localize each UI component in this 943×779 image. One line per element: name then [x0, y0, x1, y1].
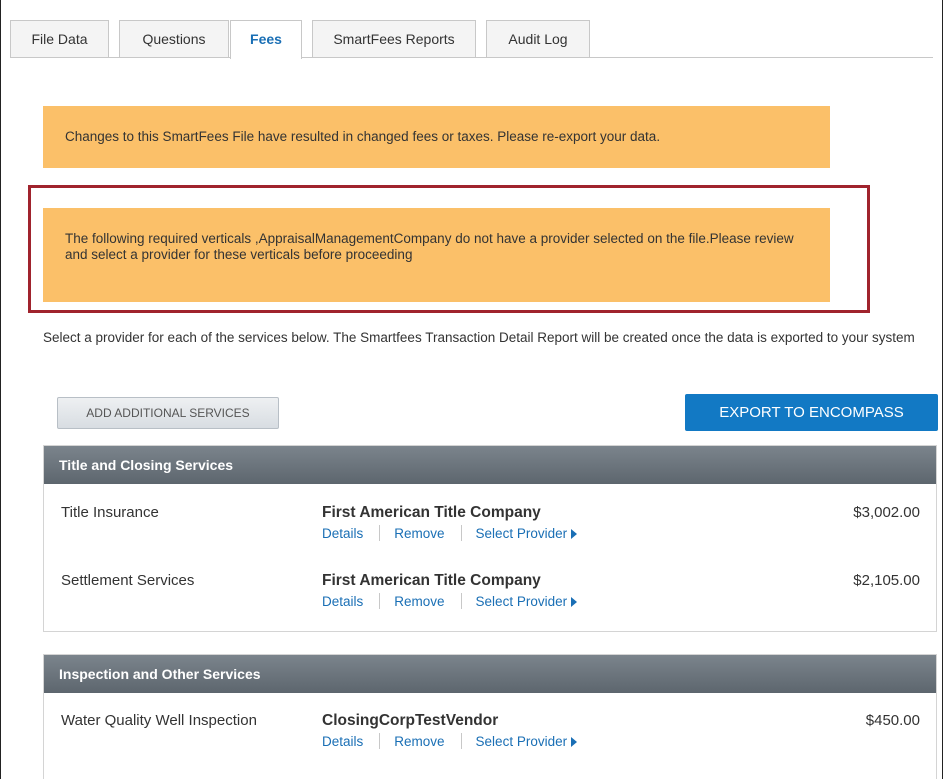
remove-link[interactable]: Remove	[394, 734, 444, 749]
export-to-encompass-button[interactable]: EXPORT TO ENCOMPASS	[685, 394, 938, 431]
title-closing-services-panel: Title and Closing Services Title Insuran…	[43, 445, 937, 632]
tab-questions[interactable]: Questions	[119, 20, 229, 58]
section-header: Inspection and Other Services	[44, 655, 936, 693]
section-header: Title and Closing Services	[44, 446, 936, 484]
service-price: $450.00	[865, 712, 920, 729]
service-name: Settlement Services	[61, 572, 195, 589]
link-separator	[460, 593, 462, 609]
caret-right-icon	[571, 737, 578, 747]
service-row: Water Quality Well Inspection ClosingCor…	[44, 712, 936, 772]
details-link[interactable]: Details	[322, 526, 363, 541]
link-separator	[460, 733, 462, 749]
select-provider-label: Select Provider	[475, 526, 568, 541]
provider-name: First American Title Company	[322, 504, 541, 521]
tab-smartfees-reports[interactable]: SmartFees Reports	[312, 20, 476, 58]
link-separator	[460, 525, 462, 541]
add-additional-services-button[interactable]: ADD ADDITIONAL SERVICES	[57, 397, 279, 429]
details-link[interactable]: Details	[322, 734, 363, 749]
tab-audit-log[interactable]: Audit Log	[486, 20, 590, 58]
remove-link[interactable]: Remove	[394, 526, 444, 541]
tab-fees[interactable]: Fees	[230, 20, 302, 59]
provider-links: Details Remove Select Provider	[322, 733, 578, 749]
provider-block: ClosingCorpTestVendor Details Remove Selec…	[322, 712, 578, 749]
caret-right-icon	[571, 597, 578, 607]
select-provider-link[interactable]: Select Provider	[476, 734, 578, 749]
inspection-other-services-panel: Inspection and Other Services Water Qual…	[43, 654, 937, 779]
link-separator	[379, 525, 381, 541]
changed-fees-alert-text: Changes to this SmartFees File have resu…	[65, 129, 661, 144]
changed-fees-alert: Changes to this SmartFees File have resu…	[43, 106, 830, 168]
provider-name: ClosingCorpTestVendor	[322, 712, 499, 729]
provider-name: First American Title Company	[322, 572, 541, 589]
remove-link[interactable]: Remove	[394, 594, 444, 609]
service-row: Title Insurance First American Title Com…	[44, 504, 936, 564]
select-provider-label: Select Provider	[475, 734, 568, 749]
details-link[interactable]: Details	[322, 594, 363, 609]
select-provider-link[interactable]: Select Provider	[476, 594, 578, 609]
service-name: Water Quality Well Inspection	[61, 712, 257, 729]
provider-links: Details Remove Select Provider	[322, 525, 578, 541]
link-separator	[379, 733, 381, 749]
select-provider-label: Select Provider	[475, 594, 568, 609]
provider-block: First American Title Company Details Remo…	[322, 504, 578, 541]
service-row: Settlement Services First American Title…	[44, 572, 936, 632]
instructions-text: Select a provider for each of the servic…	[43, 330, 915, 345]
tab-file-data[interactable]: File Data	[10, 20, 109, 58]
service-price: $3,002.00	[853, 504, 920, 521]
caret-right-icon	[571, 529, 578, 539]
service-name: Title Insurance	[61, 504, 159, 521]
tab-divider	[10, 57, 933, 58]
highlight-box	[28, 185, 870, 313]
provider-links: Details Remove Select Provider	[322, 593, 578, 609]
link-separator	[379, 593, 381, 609]
service-price: $2,105.00	[853, 572, 920, 589]
provider-block: First American Title Company Details Remo…	[322, 572, 578, 609]
select-provider-link[interactable]: Select Provider	[476, 526, 578, 541]
